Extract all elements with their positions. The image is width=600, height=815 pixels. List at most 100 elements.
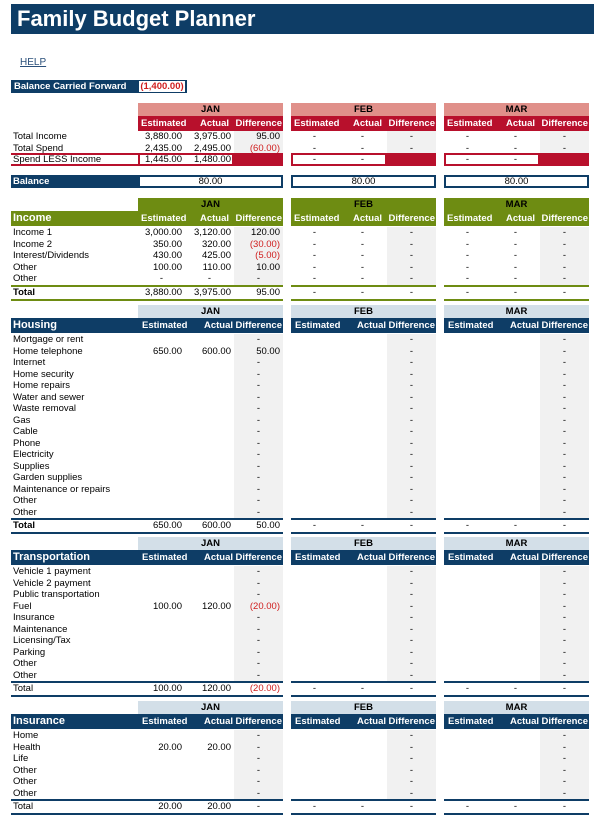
actual-cell[interactable]	[338, 380, 387, 392]
estimated-cell[interactable]	[444, 369, 491, 381]
estimated-cell[interactable]	[444, 438, 491, 450]
estimated-cell[interactable]	[291, 742, 338, 754]
actual-cell[interactable]	[338, 776, 387, 788]
estimated-cell[interactable]: -	[444, 131, 491, 143]
actual-cell[interactable]	[491, 472, 540, 484]
actual-cell[interactable]	[338, 647, 387, 659]
actual-cell[interactable]	[491, 507, 540, 519]
estimated-cell[interactable]	[444, 334, 491, 346]
actual-cell[interactable]	[185, 753, 234, 765]
actual-cell[interactable]: 320.00	[185, 239, 234, 251]
estimated-cell[interactable]	[444, 484, 491, 496]
estimated-cell[interactable]	[138, 507, 185, 519]
estimated-cell[interactable]	[291, 730, 338, 742]
actual-cell[interactable]	[338, 601, 387, 613]
estimated-cell[interactable]	[291, 438, 338, 450]
actual-cell[interactable]	[491, 369, 540, 381]
actual-cell[interactable]	[491, 449, 540, 461]
actual-cell[interactable]	[338, 612, 387, 624]
actual-cell[interactable]	[491, 589, 540, 601]
actual-cell[interactable]	[491, 776, 540, 788]
actual-cell[interactable]	[491, 635, 540, 647]
estimated-cell[interactable]	[138, 670, 185, 682]
estimated-cell[interactable]	[444, 346, 491, 358]
actual-cell[interactable]	[338, 788, 387, 800]
actual-cell[interactable]: 3,975.00	[185, 287, 234, 299]
actual-cell[interactable]	[185, 776, 234, 788]
actual-cell[interactable]	[338, 484, 387, 496]
actual-cell[interactable]: -	[491, 227, 540, 239]
actual-cell[interactable]	[491, 670, 540, 682]
estimated-cell[interactable]	[138, 658, 185, 670]
actual-cell[interactable]	[185, 392, 234, 404]
estimated-cell[interactable]: -	[138, 273, 185, 285]
actual-cell[interactable]	[185, 507, 234, 519]
estimated-cell[interactable]: 3,880.00	[138, 131, 185, 143]
estimated-cell[interactable]: 100.00	[138, 683, 185, 695]
estimated-cell[interactable]	[138, 730, 185, 742]
actual-cell[interactable]	[491, 566, 540, 578]
actual-cell[interactable]	[491, 742, 540, 754]
actual-cell[interactable]	[338, 403, 387, 415]
estimated-cell[interactable]	[444, 601, 491, 613]
estimated-cell[interactable]: -	[291, 131, 338, 143]
estimated-cell[interactable]	[291, 449, 338, 461]
estimated-cell[interactable]	[444, 776, 491, 788]
estimated-cell[interactable]: 20.00	[138, 801, 185, 813]
actual-cell[interactable]: -	[338, 239, 387, 251]
estimated-cell[interactable]	[291, 472, 338, 484]
actual-cell[interactable]	[338, 426, 387, 438]
estimated-cell[interactable]	[138, 461, 185, 473]
estimated-cell[interactable]: -	[444, 683, 491, 695]
actual-cell[interactable]: -	[185, 273, 234, 285]
actual-cell[interactable]: 600.00	[185, 520, 234, 532]
estimated-cell[interactable]	[444, 670, 491, 682]
estimated-cell[interactable]	[444, 753, 491, 765]
actual-cell[interactable]	[338, 334, 387, 346]
estimated-cell[interactable]: -	[291, 239, 338, 251]
actual-cell[interactable]	[338, 578, 387, 590]
actual-cell[interactable]: 120.00	[185, 683, 234, 695]
actual-cell[interactable]	[338, 658, 387, 670]
actual-cell[interactable]	[185, 670, 234, 682]
estimated-cell[interactable]: -	[444, 520, 491, 532]
actual-cell[interactable]	[338, 507, 387, 519]
actual-cell[interactable]	[338, 765, 387, 777]
actual-cell[interactable]: -	[491, 239, 540, 251]
actual-cell[interactable]: -	[491, 131, 540, 143]
actual-cell[interactable]	[185, 578, 234, 590]
estimated-cell[interactable]	[291, 461, 338, 473]
estimated-cell[interactable]: -	[444, 262, 491, 274]
estimated-cell[interactable]	[444, 730, 491, 742]
actual-cell[interactable]: -	[491, 273, 540, 285]
estimated-cell[interactable]	[291, 415, 338, 427]
actual-cell[interactable]: -	[338, 801, 387, 813]
estimated-cell[interactable]	[291, 753, 338, 765]
estimated-cell[interactable]: 100.00	[138, 262, 185, 274]
estimated-cell[interactable]	[444, 403, 491, 415]
estimated-cell[interactable]: -	[444, 273, 491, 285]
help-link[interactable]: HELP	[20, 57, 46, 68]
actual-cell[interactable]: -	[338, 131, 387, 143]
actual-cell[interactable]: -	[338, 262, 387, 274]
estimated-cell[interactable]: -	[291, 801, 338, 813]
estimated-cell[interactable]	[291, 380, 338, 392]
estimated-cell[interactable]: 20.00	[138, 742, 185, 754]
estimated-cell[interactable]: -	[444, 227, 491, 239]
actual-cell[interactable]	[491, 357, 540, 369]
estimated-cell[interactable]	[291, 601, 338, 613]
estimated-cell[interactable]	[444, 472, 491, 484]
estimated-cell[interactable]	[138, 624, 185, 636]
actual-cell[interactable]	[185, 472, 234, 484]
estimated-cell[interactable]	[291, 670, 338, 682]
actual-cell[interactable]	[338, 730, 387, 742]
estimated-cell[interactable]: -	[444, 801, 491, 813]
actual-cell[interactable]	[185, 415, 234, 427]
estimated-cell[interactable]	[444, 461, 491, 473]
estimated-cell[interactable]: -	[291, 520, 338, 532]
actual-cell[interactable]: -	[338, 683, 387, 695]
actual-cell[interactable]: -	[491, 520, 540, 532]
estimated-cell[interactable]	[291, 776, 338, 788]
estimated-cell[interactable]: -	[291, 250, 338, 262]
estimated-cell[interactable]: -	[291, 227, 338, 239]
